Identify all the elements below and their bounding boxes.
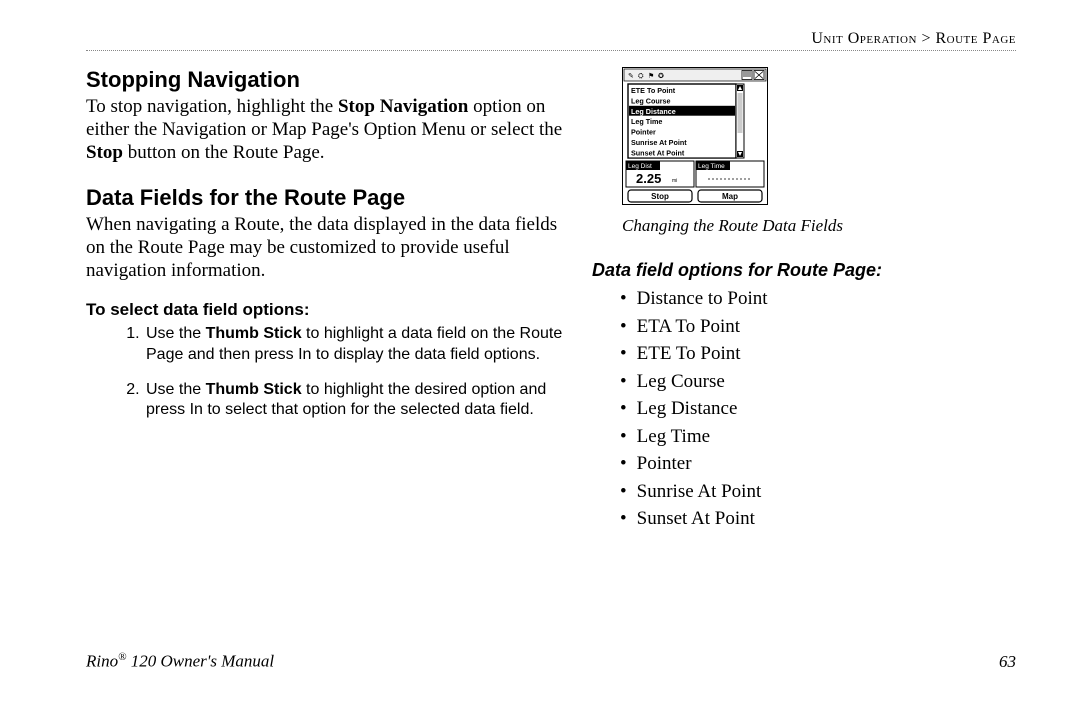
page-number: 63 — [999, 652, 1016, 672]
heading-data-field-options: Data field options for Route Page: — [592, 260, 1016, 281]
option-item: Sunset At Point — [620, 505, 1016, 533]
breadcrumb-sep: > — [921, 30, 931, 47]
svg-text:⛭: ⛭ — [638, 73, 644, 80]
option-item: Sunrise At Point — [620, 478, 1016, 506]
steps-list: Use the Thumb Stick to highlight a data … — [134, 324, 566, 421]
header-rule — [86, 50, 1016, 51]
svg-text:Sunrise At Point: Sunrise At Point — [631, 138, 687, 147]
option-item: ETA To Point — [620, 313, 1016, 341]
body-stop-nav: To stop navigation, highlight the Stop N… — [86, 95, 566, 165]
svg-text:Stop: Stop — [651, 192, 669, 201]
svg-text:✎: ✎ — [628, 73, 634, 80]
svg-text:Pointer: Pointer — [631, 128, 656, 137]
options-list: Distance to PointETA To PointETE To Poin… — [620, 285, 1016, 533]
step-2: Use the Thumb Stick to highlight the des… — [144, 380, 566, 422]
svg-text:Leg Dist: Leg Dist — [628, 163, 652, 170]
option-item: ETE To Point — [620, 340, 1016, 368]
svg-text:Leg Time: Leg Time — [698, 163, 725, 170]
option-item: Pointer — [620, 450, 1016, 478]
svg-text:✪: ✪ — [658, 72, 664, 80]
heading-stop-nav: Stopping Navigation — [86, 67, 566, 93]
breadcrumb-section: Unit Operation — [811, 30, 917, 47]
option-item: Distance to Point — [620, 285, 1016, 313]
device-screenshot-icon: ✎ ⛭ ⚑ ✪ — [622, 67, 768, 205]
svg-text:2.25: 2.25 — [636, 171, 661, 186]
option-item: Leg Course — [620, 368, 1016, 396]
svg-text:Leg Distance: Leg Distance — [631, 107, 676, 116]
body-data-fields: When navigating a Route, the data displa… — [86, 213, 566, 283]
page-footer: Rino® 120 Owner's Manual 63 — [86, 651, 1016, 672]
option-item: Leg Distance — [620, 395, 1016, 423]
breadcrumb: Unit Operation > Route Page — [86, 30, 1016, 48]
svg-text:Map: Map — [722, 192, 738, 201]
svg-text:Leg Course: Leg Course — [631, 96, 671, 105]
svg-text:Sunset At Point: Sunset At Point — [631, 148, 685, 157]
footer-product: Rino® 120 Owner's Manual — [86, 651, 274, 672]
svg-text:ETE To Point: ETE To Point — [631, 86, 676, 95]
svg-text:⚑: ⚑ — [648, 72, 654, 80]
option-item: Leg Time — [620, 423, 1016, 451]
heading-select-options: To select data field options: — [86, 300, 566, 320]
svg-text:mi: mi — [672, 178, 677, 184]
step-1: Use the Thumb Stick to highlight a data … — [144, 324, 566, 366]
svg-text:Leg Time: Leg Time — [631, 117, 662, 126]
breadcrumb-page: Route Page — [935, 30, 1016, 47]
figure-caption: Changing the Route Data Fields — [622, 216, 1016, 236]
heading-data-fields: Data Fields for the Route Page — [86, 185, 566, 211]
